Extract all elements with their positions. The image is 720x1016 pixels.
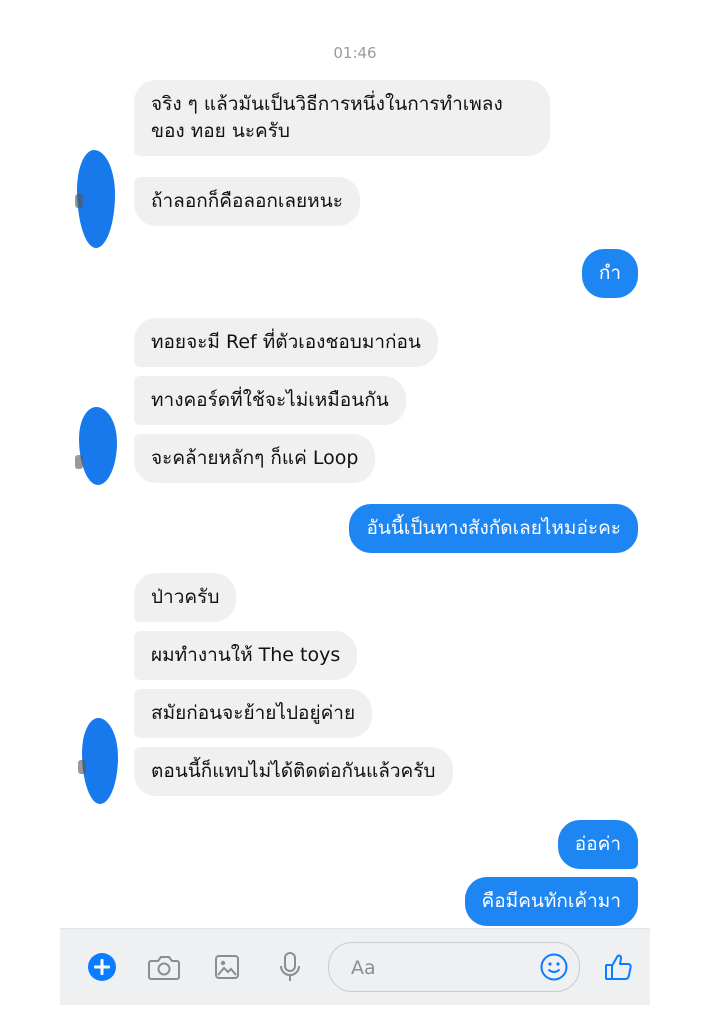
timestamp: 01:46 [333, 44, 377, 62]
thumbs-up-icon[interactable] [597, 947, 641, 987]
outgoing-message[interactable]: กำ [581, 249, 638, 298]
microphone-icon[interactable] [270, 947, 310, 987]
emoji-icon[interactable] [539, 952, 569, 982]
gallery-icon[interactable] [207, 947, 247, 987]
incoming-message[interactable]: ตอนนี้ก็แทบไม่ได้ติดต่อกันแล้วครับ [134, 747, 453, 796]
chat-screen: 01:46 จริง ๆ แล้วมันเป็นวิธีการหนึ่งในกา… [60, 0, 650, 1016]
outgoing-message[interactable]: คือมีคนทักเค้ามา [464, 877, 638, 926]
message-input-field[interactable] [328, 942, 580, 992]
message-input[interactable] [349, 953, 533, 983]
incoming-message[interactable]: ป่าวครับ [134, 573, 237, 622]
avatar[interactable] [75, 407, 117, 485]
incoming-message[interactable]: จริง ๆ แล้วมันเป็นวิธีการหนึ่งในการทำเพล… [134, 80, 550, 156]
composer-bar [60, 928, 650, 1005]
incoming-message[interactable]: ทอยจะมี Ref ที่ตัวเองชอบมาก่อน [134, 318, 438, 367]
incoming-message[interactable]: ผมทำงานให้ The toys [134, 631, 358, 680]
incoming-message[interactable]: สมัยก่อนจะย้ายไปอยู่ค่าย [134, 689, 373, 738]
outgoing-message[interactable]: อันนี้เป็นทางสังกัดเลยไหมอ่ะคะ [349, 504, 638, 553]
incoming-message[interactable]: ทางคอร์ดที่ใช้จะไม่เหมือนกัน [134, 376, 406, 425]
camera-icon[interactable] [144, 947, 184, 987]
incoming-message[interactable]: ถ้าลอกก็คือลอกเลยหนะ [134, 177, 360, 226]
avatar[interactable] [78, 718, 118, 804]
plus-icon[interactable] [82, 947, 122, 987]
outgoing-message[interactable]: อ่อค่า [557, 820, 638, 869]
incoming-message[interactable]: จะคล้ายหลักๆ ก็แค่ Loop [134, 434, 376, 483]
avatar[interactable] [75, 150, 115, 248]
